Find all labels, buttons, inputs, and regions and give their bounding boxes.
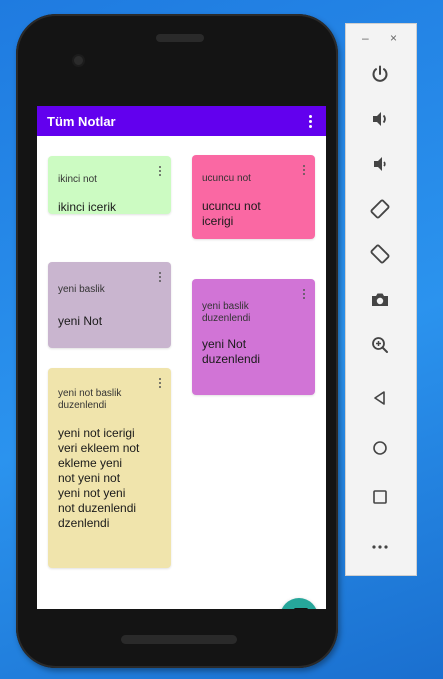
- power-button[interactable]: [362, 56, 398, 92]
- note-menu-icon[interactable]: [157, 271, 163, 283]
- rotate-right-button[interactable]: [362, 236, 398, 272]
- home-icon: [373, 441, 387, 455]
- emulator-toolbar: – ×: [345, 23, 417, 576]
- note-menu-icon[interactable]: [157, 165, 163, 177]
- volume-up-icon: [373, 112, 386, 126]
- camera-icon: [372, 293, 388, 306]
- phone-frame: Tüm Notlar ikinci not ikinci icerik ucun…: [16, 14, 338, 668]
- overflow-menu-icon[interactable]: [304, 112, 316, 130]
- rotate-right-icon: [370, 244, 390, 264]
- app-bar: Tüm Notlar: [37, 106, 326, 136]
- rotate-left-button[interactable]: [362, 191, 398, 227]
- bottom-speaker: [121, 635, 237, 644]
- overview-button[interactable]: [362, 479, 398, 515]
- note-title: yeni baslik: [58, 284, 105, 295]
- add-note-icon: [294, 608, 308, 609]
- volume-up-button[interactable]: [362, 101, 398, 137]
- rotate-left-icon: [370, 199, 390, 219]
- note-body: ucuncu not icerigi: [202, 199, 261, 228]
- notes-grid: ikinci not ikinci icerik ucuncu not ucun…: [37, 136, 326, 609]
- back-button[interactable]: [362, 380, 398, 416]
- more-button[interactable]: [362, 529, 398, 565]
- power-icon: [372, 65, 388, 82]
- note-title: ikinci not: [58, 174, 97, 185]
- front-camera: [74, 56, 83, 65]
- note-body: yeni Not duzenlendi: [202, 337, 261, 366]
- note-card[interactable]: yeni not baslik duzenlendi yeni not iceri…: [48, 368, 171, 568]
- note-body: yeni not icerigi veri ekleem not ekleme ye…: [58, 426, 140, 530]
- device-screen: Tüm Notlar ikinci not ikinci icerik ucun…: [37, 91, 326, 609]
- note-title: yeni baslik duzenlendi: [202, 301, 251, 324]
- home-button[interactable]: [362, 430, 398, 466]
- note-menu-icon[interactable]: [301, 164, 307, 176]
- note-body: ikinci icerik: [58, 200, 117, 214]
- add-note-button[interactable]: [280, 598, 318, 609]
- screenshot-button[interactable]: [362, 282, 398, 318]
- status-bar: [37, 91, 326, 106]
- more-icon: [372, 545, 388, 549]
- note-menu-icon[interactable]: [157, 377, 163, 389]
- note-card[interactable]: ikinci not ikinci icerik: [48, 156, 171, 214]
- back-icon: [374, 391, 385, 405]
- zoom-button[interactable]: [362, 327, 398, 363]
- note-body: yeni Not: [58, 314, 103, 328]
- minimize-button[interactable]: –: [362, 32, 369, 44]
- note-card[interactable]: ucuncu not ucuncu not icerigi: [192, 155, 315, 239]
- note-title: ucuncu not: [202, 173, 251, 184]
- volume-down-icon: [374, 157, 386, 171]
- note-menu-icon[interactable]: [301, 288, 307, 300]
- note-card[interactable]: yeni baslik duzenlendi yeni Not duzenlendi: [192, 279, 315, 395]
- earpiece-speaker: [156, 34, 204, 42]
- overview-icon: [373, 490, 387, 504]
- close-button[interactable]: ×: [390, 32, 397, 44]
- note-title: yeni not baslik duzenlendi: [58, 388, 122, 411]
- note-card[interactable]: yeni baslik yeni Not: [48, 262, 171, 348]
- page-title: Tüm Notlar: [47, 113, 116, 129]
- volume-down-button[interactable]: [362, 146, 398, 182]
- zoom-icon: [372, 337, 388, 353]
